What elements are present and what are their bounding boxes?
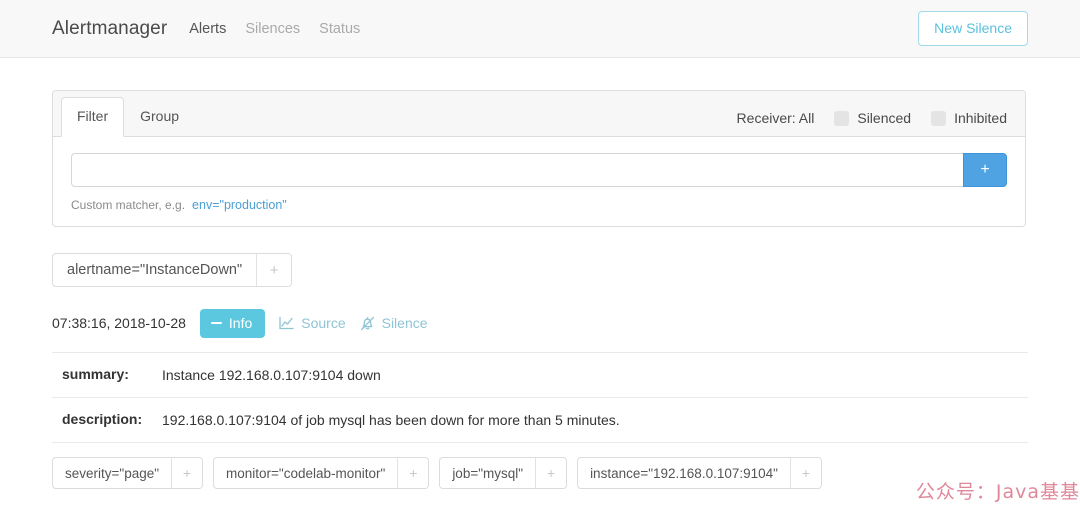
filter-card: Filter Group Receiver: All Silenced Inhi… bbox=[52, 90, 1026, 227]
matcher-help-example[interactable]: env="production" bbox=[192, 198, 287, 212]
nav-link-silences[interactable]: Silences bbox=[245, 21, 300, 37]
top-navbar: Alertmanager Alerts Silences Status New … bbox=[0, 0, 1080, 58]
matcher-help: Custom matcher, e.g. env="production" bbox=[71, 198, 1007, 212]
bell-slash-icon bbox=[360, 316, 375, 331]
alert-label-text: instance="192.168.0.107:9104" bbox=[590, 465, 778, 481]
checkbox-silenced-label: Silenced bbox=[857, 110, 912, 126]
alert-label-add-button[interactable]: + bbox=[789, 458, 821, 489]
nav-link-status[interactable]: Status bbox=[319, 21, 360, 37]
nav-link-alerts[interactable]: Alerts bbox=[189, 21, 226, 37]
alert-silence-label: Silence bbox=[381, 315, 428, 332]
annotation-value: 192.168.0.107:9104 of job mysql has been… bbox=[162, 411, 620, 428]
chart-line-icon bbox=[279, 316, 294, 330]
alert-info-toggle-label: Info bbox=[228, 315, 253, 331]
checkbox-inhibited[interactable]: Inhibited bbox=[931, 110, 1007, 126]
alert-label-text: monitor="codelab-monitor" bbox=[226, 465, 386, 481]
alert-label-pill: severity="page" + bbox=[52, 457, 204, 490]
new-silence-button[interactable]: New Silence bbox=[918, 11, 1028, 46]
receiver-label[interactable]: Receiver: All bbox=[737, 110, 815, 126]
alert-label-add-button[interactable]: + bbox=[171, 458, 203, 489]
alert-timestamp: 07:38:16, 2018-10-28 bbox=[52, 315, 186, 332]
brand-title: Alertmanager bbox=[52, 17, 168, 39]
alert-label-add-button[interactable]: + bbox=[397, 458, 429, 489]
alert-source-link[interactable]: Source bbox=[279, 315, 346, 332]
checkbox-inhibited-label: Inhibited bbox=[954, 110, 1007, 126]
annotation-row: description: 192.168.0.107:9104 of job m… bbox=[52, 398, 1028, 444]
alert-label-pill: instance="192.168.0.107:9104" + bbox=[577, 457, 822, 490]
alert-label-pill: job="mysql" + bbox=[439, 457, 568, 490]
matcher-input[interactable] bbox=[71, 153, 963, 187]
group-labels-row: alertname="InstanceDown" + bbox=[52, 253, 1028, 287]
matcher-add-button[interactable]: + bbox=[963, 153, 1007, 187]
group-label-pill: alertname="InstanceDown" + bbox=[52, 253, 293, 287]
annotation-value: Instance 192.168.0.107:9104 down bbox=[162, 366, 381, 383]
filter-card-body: + Custom matcher, e.g. env="production" bbox=[53, 137, 1025, 226]
matcher-input-row: + bbox=[71, 153, 1007, 187]
alert-label-add-button[interactable]: + bbox=[535, 458, 567, 489]
alert-source-label: Source bbox=[301, 315, 346, 332]
filter-card-header-controls: Receiver: All Silenced Inhibited bbox=[737, 110, 1007, 136]
alert-labels-row: severity="page" + monitor="codelab-monit… bbox=[52, 457, 1028, 490]
filter-card-header: Filter Group Receiver: All Silenced Inhi… bbox=[53, 91, 1025, 137]
alert-annotations-table: summary: Instance 192.168.0.107:9104 dow… bbox=[52, 351, 1028, 444]
checkbox-silenced-box[interactable] bbox=[834, 110, 850, 126]
alert-label-text: job="mysql" bbox=[452, 465, 524, 481]
minus-icon bbox=[210, 322, 222, 325]
group-label-add-button[interactable]: + bbox=[256, 254, 292, 286]
checkbox-silenced[interactable]: Silenced bbox=[834, 110, 911, 126]
page-content: Filter Group Receiver: All Silenced Inhi… bbox=[0, 58, 1080, 490]
annotation-key: description: bbox=[62, 410, 143, 427]
matcher-help-prefix: Custom matcher, e.g. bbox=[71, 198, 186, 212]
annotation-key: summary: bbox=[62, 365, 129, 382]
annotation-row: summary: Instance 192.168.0.107:9104 dow… bbox=[52, 353, 1028, 398]
alert-info-toggle-button[interactable]: Info bbox=[199, 309, 266, 338]
alert-silence-link[interactable]: Silence bbox=[360, 315, 428, 331]
checkbox-inhibited-box[interactable] bbox=[931, 110, 947, 126]
alert-group: alertname="InstanceDown" + 07:38:16, 201… bbox=[52, 253, 1028, 490]
nav-links: Alerts Silences Status bbox=[189, 21, 360, 37]
alert-label-text: severity="page" bbox=[65, 465, 160, 481]
filter-tabs: Filter Group bbox=[61, 91, 195, 137]
tab-group[interactable]: Group bbox=[124, 97, 195, 137]
alert-actions-row: 07:38:16, 2018-10-28 Info Source Silence bbox=[52, 309, 1028, 338]
group-label-text: alertname="InstanceDown" bbox=[67, 262, 243, 278]
alert-label-pill: monitor="codelab-monitor" + bbox=[213, 457, 430, 490]
tab-filter[interactable]: Filter bbox=[61, 97, 125, 137]
